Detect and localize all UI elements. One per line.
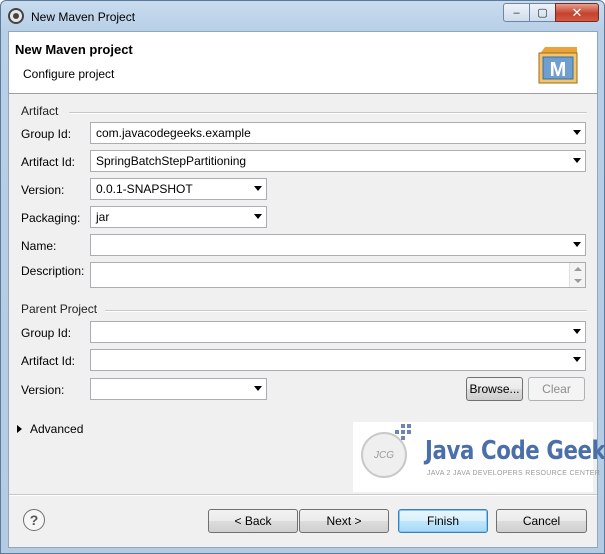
parent-version-combo[interactable] xyxy=(90,378,267,400)
advanced-toggle[interactable]: Advanced xyxy=(17,422,83,436)
name-label: Name: xyxy=(21,239,57,253)
advanced-label: Advanced xyxy=(30,422,84,436)
scroll-down-icon[interactable] xyxy=(574,279,582,283)
jcg-watermark: JCG Java Code Geeks JAVA 2 JAVA DEVELOPE… xyxy=(353,422,605,492)
close-button[interactable]: ✕ xyxy=(555,3,599,22)
parent-version-label: Version: xyxy=(21,383,65,397)
packaging-combo[interactable]: jar xyxy=(90,206,267,228)
group-id-combo[interactable]: com.javacodegeeks.example xyxy=(90,122,586,144)
dialog-client-area: New Maven project Configure project M Ar… xyxy=(8,31,605,548)
description-label: Description: xyxy=(21,264,85,278)
name-combo[interactable] xyxy=(90,234,586,256)
chevron-down-icon[interactable] xyxy=(573,130,581,135)
description-scrollbar[interactable] xyxy=(569,263,585,287)
group-id-value: com.javacodegeeks.example xyxy=(96,126,251,140)
packaging-value: jar xyxy=(96,210,110,224)
back-button[interactable]: < Back xyxy=(208,509,298,533)
help-icon[interactable]: ? xyxy=(23,509,45,531)
maven-logo-letter: M xyxy=(550,59,567,81)
expand-arrow-icon[interactable] xyxy=(17,425,22,433)
parent-section-label: Parent Project xyxy=(21,302,98,316)
chevron-down-icon[interactable] xyxy=(254,386,262,391)
artifact-section-label: Artifact xyxy=(21,104,59,118)
chevron-down-icon[interactable] xyxy=(254,186,262,191)
packaging-label: Packaging: xyxy=(21,211,81,225)
cancel-button[interactable]: Cancel xyxy=(496,509,587,533)
group-id-label: Group Id: xyxy=(21,127,72,141)
parent-group-id-combo[interactable] xyxy=(90,321,586,343)
chevron-down-icon[interactable] xyxy=(573,329,581,334)
wizard-header: New Maven project Configure project M xyxy=(9,32,597,94)
page-subtitle: Configure project xyxy=(23,67,115,81)
next-button[interactable]: Next > xyxy=(299,509,389,533)
clear-button[interactable]: Clear xyxy=(528,377,585,401)
window-controls: – ▢ ✕ xyxy=(503,3,599,23)
maven-logo-icon: M xyxy=(538,47,578,84)
scroll-up-icon[interactable] xyxy=(574,267,582,271)
version-combo[interactable]: 0.0.1-SNAPSHOT xyxy=(90,178,267,200)
footer-divider xyxy=(9,494,597,496)
jcg-brand-name: Java Code Geeks xyxy=(425,436,605,466)
chevron-down-icon[interactable] xyxy=(573,242,581,247)
window-title: New Maven Project xyxy=(31,10,136,24)
parent-divider xyxy=(105,310,587,312)
version-label: Version: xyxy=(21,183,65,197)
finish-button[interactable]: Finish xyxy=(398,509,488,533)
title-bar[interactable]: New Maven Project – ▢ ✕ xyxy=(1,1,604,33)
parent-group-id-label: Group Id: xyxy=(21,326,72,340)
parent-artifact-id-label: Artifact Id: xyxy=(21,354,76,368)
dialog-window: New Maven Project – ▢ ✕ New Maven projec… xyxy=(0,0,605,554)
minimize-button[interactable]: – xyxy=(503,3,529,22)
artifact-id-combo[interactable]: SpringBatchStepPartitioning xyxy=(90,150,586,172)
parent-artifact-id-combo[interactable] xyxy=(90,349,586,371)
chevron-down-icon[interactable] xyxy=(573,158,581,163)
chevron-down-icon[interactable] xyxy=(573,357,581,362)
artifact-divider xyxy=(69,112,587,114)
maximize-button[interactable]: ▢ xyxy=(529,3,555,22)
chevron-down-icon[interactable] xyxy=(254,214,262,219)
description-textarea[interactable] xyxy=(90,262,586,288)
page-title: New Maven project xyxy=(15,42,133,57)
version-value: 0.0.1-SNAPSHOT xyxy=(96,182,193,196)
artifact-id-label: Artifact Id: xyxy=(21,155,76,169)
eclipse-icon xyxy=(8,8,24,24)
browse-button[interactable]: Browse... xyxy=(466,377,523,401)
jcg-logo-icon: JCG xyxy=(361,432,407,478)
artifact-id-value: SpringBatchStepPartitioning xyxy=(96,154,247,168)
jcg-tagline: JAVA 2 JAVA DEVELOPERS RESOURCE CENTER xyxy=(427,470,601,477)
